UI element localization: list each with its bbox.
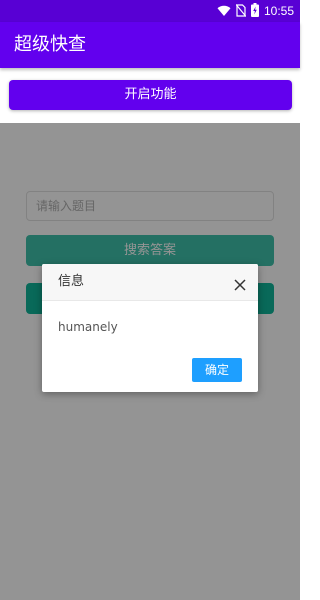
info-dialog: 信息 humanely 确定 bbox=[42, 264, 258, 392]
enable-feature-button[interactable]: 开启功能 bbox=[9, 80, 292, 110]
no-sim-icon bbox=[235, 2, 247, 21]
dialog-title: 信息 bbox=[58, 274, 85, 289]
app-title: 超级快查 bbox=[14, 34, 86, 55]
close-icon[interactable] bbox=[234, 276, 246, 291]
ok-button[interactable]: 确定 bbox=[192, 358, 242, 382]
status-icons: 10:55 bbox=[217, 2, 294, 21]
status-bar: 10:55 bbox=[0, 0, 300, 22]
wifi-icon bbox=[217, 2, 231, 21]
app-bar: 超级快查 bbox=[0, 22, 300, 68]
battery-charging-icon bbox=[250, 2, 259, 21]
dialog-header: 信息 bbox=[42, 264, 258, 301]
status-time: 10:55 bbox=[263, 4, 294, 18]
dialog-message: humanely bbox=[58, 320, 118, 334]
